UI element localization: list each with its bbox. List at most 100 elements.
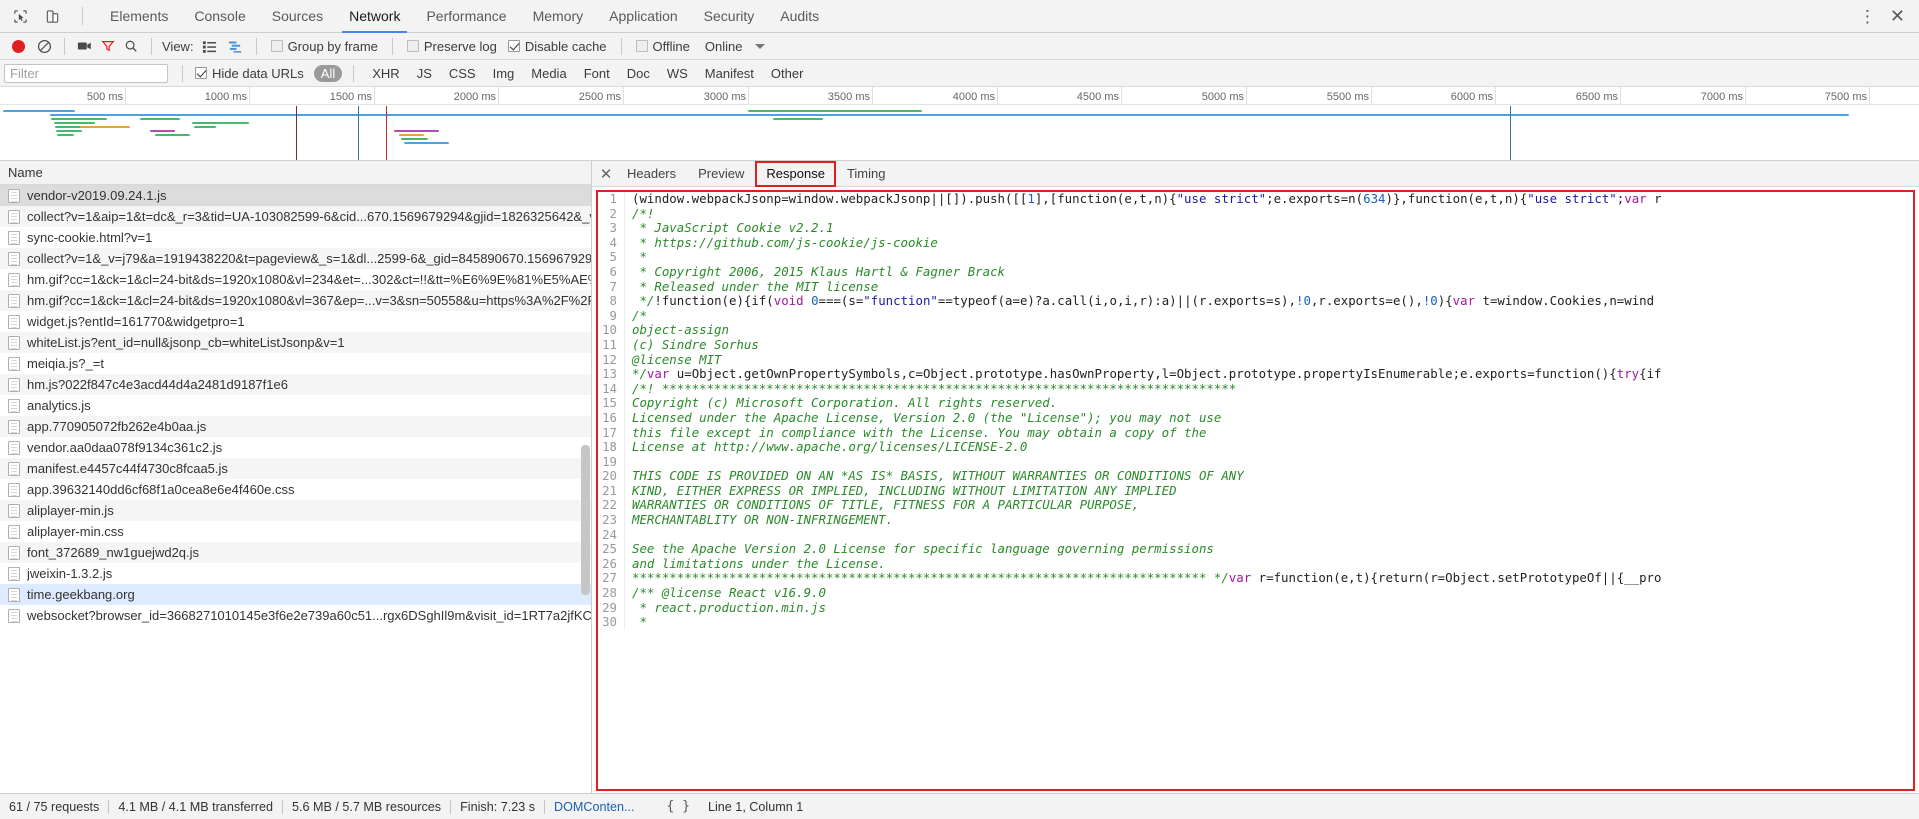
code-token: ;e.exports=n( [1266, 192, 1364, 206]
throttling-value[interactable]: Online [705, 39, 743, 54]
table-row[interactable]: time.geekbang.org [0, 584, 591, 605]
table-row[interactable]: sync-cookie.html?v=1 [0, 227, 591, 248]
table-row[interactable]: jweixin-1.3.2.js [0, 563, 591, 584]
filter-type-other[interactable]: Other [764, 65, 811, 82]
timeline-event-marker [358, 106, 359, 160]
code-token: 634 [1363, 192, 1386, 206]
tab-response[interactable]: Response [755, 160, 836, 187]
code-line: 14 /*! **********************************… [598, 381, 1913, 397]
code-token: !0 [1422, 294, 1438, 309]
tab-sources[interactable]: Sources [259, 0, 336, 33]
code-line: 20 THIS CODE IS PROVIDED ON AN *AS IS* BA… [598, 469, 1913, 484]
view-waterfall-icon[interactable] [225, 37, 246, 56]
filter-funnel-icon[interactable] [98, 36, 118, 56]
code-text: and limitations under the License. [625, 557, 886, 572]
filter-type-img[interactable]: Img [486, 65, 522, 82]
table-row[interactable]: manifest.e4457c44f4730c8fcaa5.js [0, 458, 591, 479]
hide-data-urls-checkbox[interactable]: Hide data URLs [195, 66, 304, 81]
table-row[interactable]: aliplayer-min.js [0, 500, 591, 521]
offline-checkbox[interactable]: Offline [635, 39, 690, 54]
file-icon [8, 482, 20, 497]
table-row[interactable]: whiteList.js?ent_id=null&jsonp_cb=whiteL… [0, 332, 591, 353]
capture-screenshots-icon[interactable] [75, 36, 95, 56]
group-by-frame-checkbox[interactable]: Group by frame [270, 39, 378, 54]
tab-performance[interactable]: Performance [413, 0, 519, 33]
clear-icon[interactable] [34, 36, 54, 56]
code-text: Copyright (c) Microsoft Corporation. All… [625, 396, 1057, 411]
code-token: See the Apache Version 2.0 License for s… [632, 542, 1214, 557]
tab-security[interactable]: Security [691, 0, 768, 33]
timeline-tick: 4000 ms [953, 87, 998, 105]
waterfall-bar [155, 134, 190, 136]
tab-application[interactable]: Application [596, 0, 691, 33]
record-button[interactable] [12, 39, 25, 53]
response-source-code[interactable]: 1 (window.webpackJsonp=window.webpackJson… [598, 192, 1913, 789]
table-row[interactable]: vendor.aa0daa078f9134c361c2.js [0, 437, 591, 458]
table-row[interactable]: collect?v=1&aip=1&t=dc&_r=3&tid=UA-10308… [0, 206, 591, 227]
waterfall-bar [3, 110, 75, 112]
network-overview[interactable]: 500 ms 1000 ms 1500 ms 2000 ms 2500 ms 3000 m… [0, 87, 1919, 161]
filter-type-manifest[interactable]: Manifest [698, 65, 761, 82]
code-token: r=function(e,t){return(r=Object.setProto… [1251, 571, 1662, 586]
request-list-scrollbar[interactable] [581, 445, 590, 595]
code-token: KIND, EITHER EXPRESS OR IMPLIED, INCLUDI… [632, 483, 1177, 498]
filter-type-css[interactable]: CSS [442, 65, 483, 82]
search-icon[interactable] [121, 36, 141, 56]
tab-elements[interactable]: Elements [97, 0, 181, 33]
filter-type-media[interactable]: Media [524, 65, 573, 82]
tab-label: Security [703, 8, 755, 24]
tab-preview[interactable]: Preview [687, 161, 755, 187]
disable-cache-checkbox[interactable]: Disable cache [507, 39, 607, 54]
file-icon [8, 440, 20, 455]
file-icon [8, 524, 20, 539]
table-row[interactable]: widget.js?entId=161770&widgetpro=1 [0, 311, 591, 332]
filter-type-all[interactable]: All [313, 64, 343, 82]
filter-type-doc[interactable]: Doc [620, 65, 657, 82]
line-number: 27 [598, 571, 625, 587]
table-row[interactable]: hm.gif?cc=1&ck=1&cl=24-bit&ds=1920x1080&… [0, 290, 591, 311]
status-domcontentloaded[interactable]: DOMConten... [545, 800, 644, 814]
line-number: 6 [598, 264, 625, 280]
table-row[interactable]: aliplayer-min.css [0, 521, 591, 542]
table-row[interactable]: hm.js?022f847c4e3acd44d4a2481d9187f1e6 [0, 374, 591, 395]
inspect-element-icon[interactable] [10, 6, 30, 26]
close-devtools-icon[interactable]: ✕ [1890, 7, 1905, 25]
pretty-print-icon[interactable]: { } [658, 799, 699, 814]
filter-type-font[interactable]: Font [577, 65, 617, 82]
close-detail-icon[interactable]: ✕ [596, 165, 616, 183]
filter-type-js[interactable]: JS [410, 65, 439, 82]
table-row[interactable]: meiqia.js?_=t [0, 353, 591, 374]
filter-type-ws[interactable]: WS [660, 65, 695, 82]
code-line: 23 MERCHANTABLITY OR NON-INFRINGEMENT. [598, 512, 1913, 528]
tab-network[interactable]: Network [336, 0, 413, 33]
view-list-icon[interactable] [199, 37, 220, 56]
table-row[interactable]: vendor-v2019.09.24.1.js [0, 185, 591, 206]
table-row[interactable]: font_372689_nw1guejwd2q.js [0, 542, 591, 563]
table-row[interactable]: app.39632140dd6cf68f1a0cea8e6e4f460e.css [0, 479, 591, 500]
column-header-name[interactable]: Name [0, 161, 591, 185]
table-row[interactable]: app.770905072fb262e4b0aa.js [0, 416, 591, 437]
tab-audits[interactable]: Audits [767, 0, 832, 33]
filter-type-xhr[interactable]: XHR [365, 65, 406, 82]
tab-console[interactable]: Console [181, 0, 258, 33]
line-number: 4 [598, 235, 625, 251]
table-row[interactable]: analytics.js [0, 395, 591, 416]
code-token: /*! ************************************… [632, 381, 1237, 396]
checkbox-box [270, 40, 283, 52]
filter-input[interactable]: Filter [4, 63, 168, 83]
file-icon [8, 545, 20, 560]
tab-timing[interactable]: Timing [836, 161, 897, 187]
code-token: )},function(e,t,n){ [1385, 192, 1528, 206]
table-row[interactable]: websocket?browser_id=3668271010145e3f6e2… [0, 605, 591, 626]
table-row[interactable]: hm.gif?cc=1&ck=1&cl=24-bit&ds=1920x1080&… [0, 269, 591, 290]
device-toolbar-icon[interactable] [42, 6, 62, 26]
code-text: WARRANTIES OR CONDITIONS OF TITLE, FITNE… [625, 498, 1139, 513]
more-options-icon[interactable]: ⋮ [1859, 8, 1876, 25]
timeline-tick-label: 1000 ms [204, 91, 247, 103]
code-token: t=window.Cookies,n=wind [1475, 294, 1655, 309]
tab-headers[interactable]: Headers [616, 161, 687, 187]
tab-memory[interactable]: Memory [520, 0, 597, 33]
chevron-down-icon[interactable] [755, 43, 766, 49]
table-row[interactable]: collect?v=1&_v=j79&a=1919438220&t=pagevi… [0, 248, 591, 269]
preserve-log-checkbox[interactable]: Preserve log [406, 39, 497, 54]
